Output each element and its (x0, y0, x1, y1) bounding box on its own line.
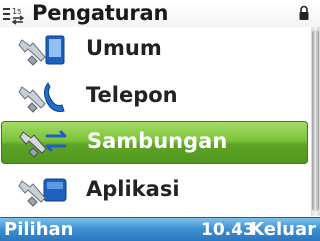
settings-menu-list: Umum Telepon Sambungan Aplikasi (0, 27, 310, 216)
svg-text:5: 5 (17, 8, 21, 16)
softkey-bar: Pilihan 10.43 Keluar (0, 217, 320, 241)
menu-item-umum[interactable]: Umum (0, 27, 310, 73)
title-bar: 1 5 Pengaturan (0, 0, 320, 27)
menu-item-label: Umum (86, 36, 162, 60)
lock-icon (299, 5, 309, 20)
menu-item-sambungan[interactable]: Sambungan (1, 121, 308, 164)
menu-item-label: Telepon (86, 83, 178, 107)
page-title: Pengaturan (32, 1, 169, 25)
settings-list-icon: 1 5 (3, 7, 25, 25)
general-settings-icon (18, 35, 65, 66)
scrollbar-thumb[interactable] (312, 30, 319, 211)
scrollbar[interactable] (311, 27, 320, 216)
application-settings-icon (18, 178, 67, 207)
options-softkey[interactable]: Pilihan (4, 219, 73, 240)
connection-settings-icon (19, 130, 67, 158)
menu-item-label: Sambungan (87, 129, 228, 153)
menu-item-label: Aplikasi (86, 177, 180, 201)
menu-item-aplikasi[interactable]: Aplikasi (0, 168, 310, 214)
phone-settings-icon (18, 82, 65, 113)
menu-item-telepon[interactable]: Telepon (0, 74, 310, 120)
exit-softkey[interactable]: Keluar (250, 219, 316, 240)
clock: 10.43 (201, 220, 255, 240)
